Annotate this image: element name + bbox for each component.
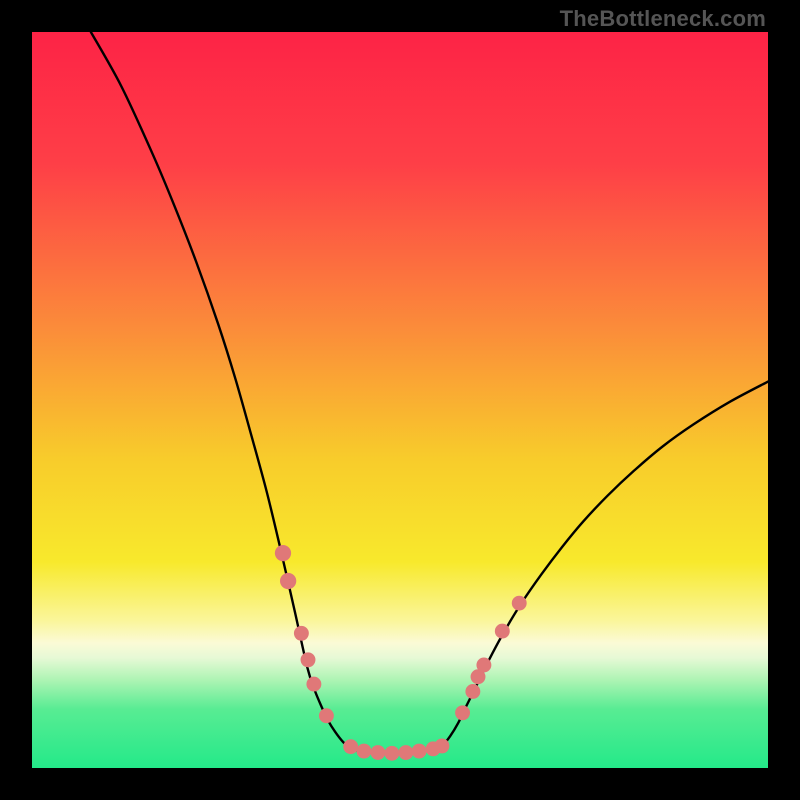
marker-dot	[435, 738, 450, 753]
marker-dot	[306, 677, 321, 692]
v-curve	[91, 32, 768, 753]
marker-dot	[301, 652, 316, 667]
marker-dot	[455, 705, 470, 720]
marker-dot	[384, 746, 399, 761]
marker-dot	[512, 596, 527, 611]
watermark-text: TheBottleneck.com	[560, 6, 766, 32]
marker-dot	[412, 744, 427, 759]
curve-layer	[32, 32, 768, 768]
marker-dot	[465, 684, 480, 699]
chart-stage: TheBottleneck.com	[0, 0, 800, 800]
marker-dot	[294, 626, 309, 641]
marker-dot	[370, 745, 385, 760]
plot-area	[32, 32, 768, 768]
markers-group	[275, 545, 527, 761]
marker-dot	[319, 708, 334, 723]
marker-dot	[343, 739, 358, 754]
marker-dot	[280, 573, 296, 589]
marker-dot	[275, 545, 291, 561]
marker-dot	[476, 658, 491, 673]
marker-dot	[495, 624, 510, 639]
marker-dot	[398, 745, 413, 760]
marker-dot	[356, 744, 371, 759]
